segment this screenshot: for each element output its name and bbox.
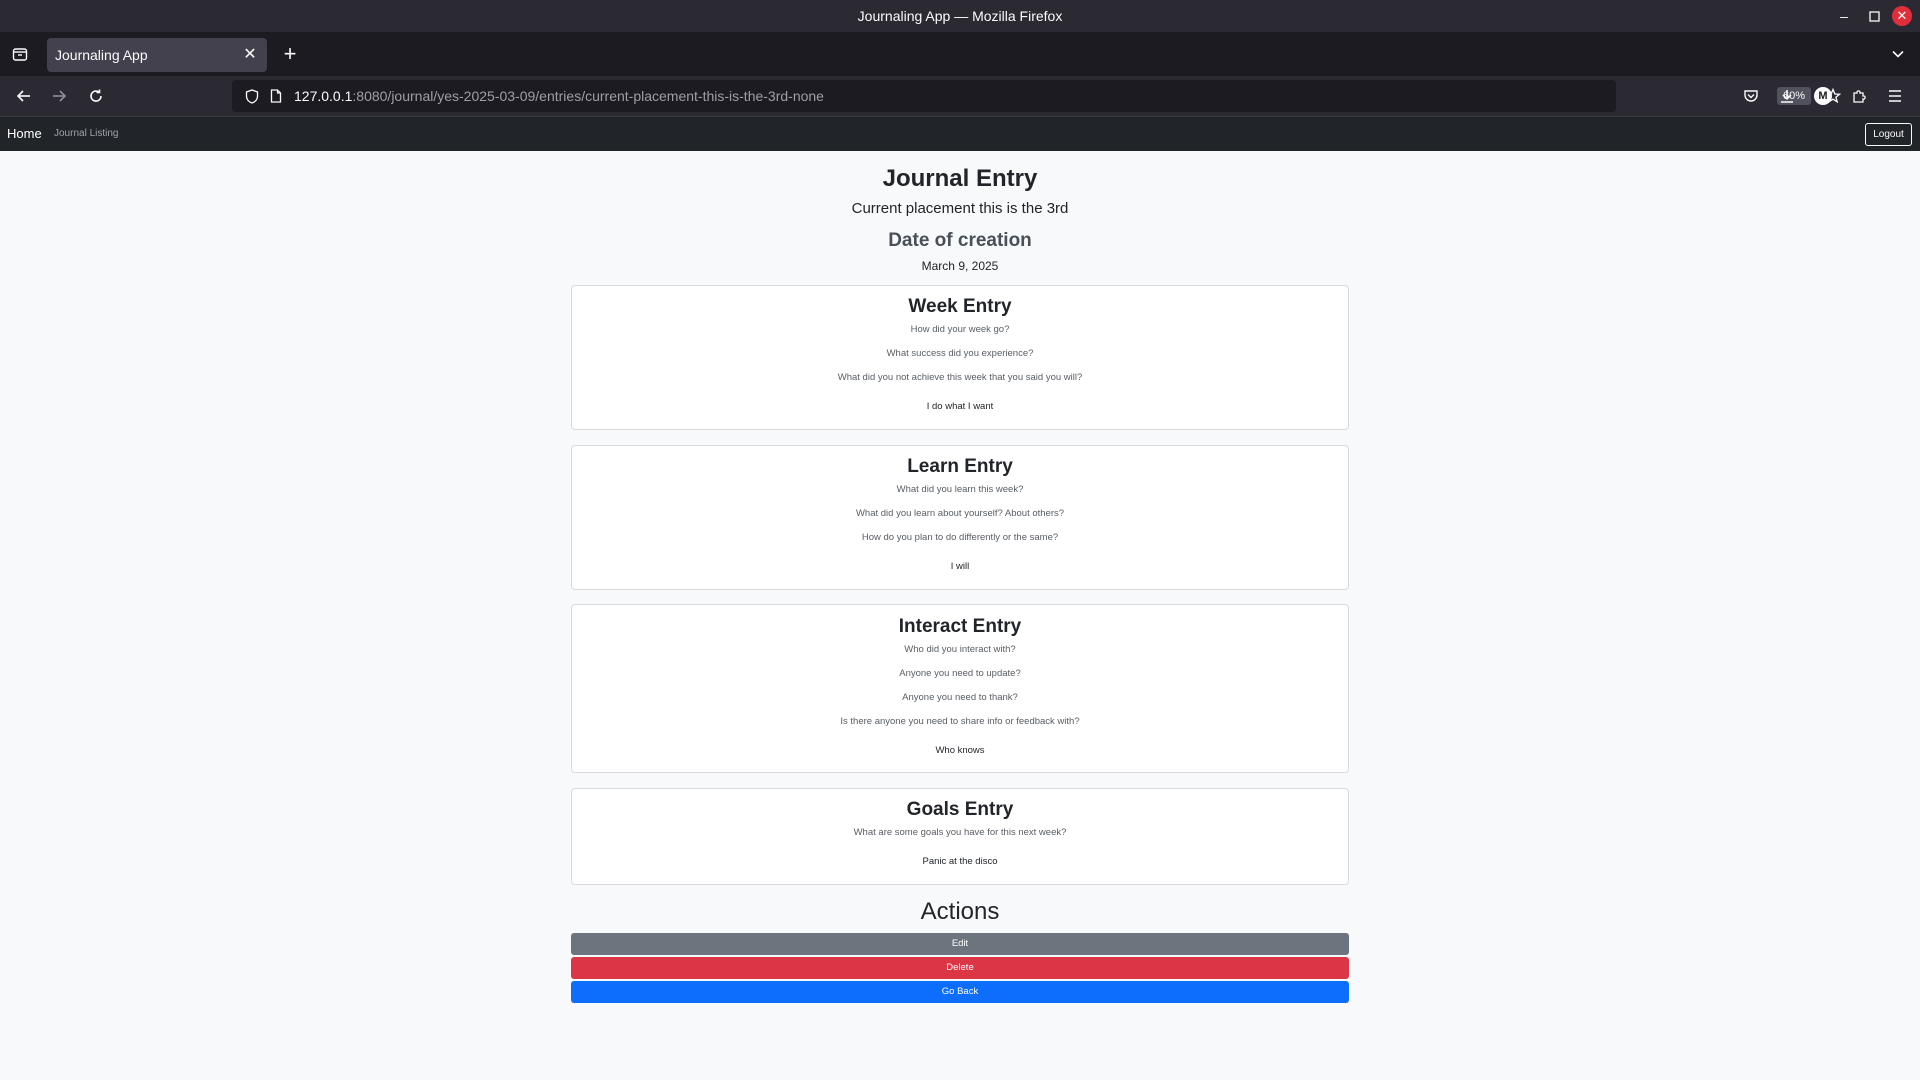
- card-title: Interact Entry: [898, 616, 1022, 637]
- list-tabs-chevron-icon[interactable]: [1884, 40, 1912, 68]
- answer: I do what I want: [926, 401, 994, 412]
- prompt: Is there anyone you need to share info o…: [840, 716, 1080, 727]
- url-path: :8080/journal/yes-2025-03-09/entries/cur…: [352, 88, 824, 104]
- download-icon[interactable]: [1773, 82, 1801, 110]
- prompt: What are some goals you have for this ne…: [853, 827, 1067, 838]
- entry-subtitle: Current placement this is the 3rd: [851, 200, 1069, 217]
- logout-button[interactable]: Logout: [1865, 123, 1912, 146]
- prompt: Anyone you need to update?: [899, 668, 1021, 679]
- tab-overview-icon[interactable]: [6, 40, 34, 68]
- week-entry-card: Week Entry How did your week go? What su…: [571, 285, 1349, 430]
- delete-button[interactable]: Delete: [571, 957, 1349, 979]
- prompt: How do you plan to do differently or the…: [861, 532, 1059, 543]
- account-avatar-icon[interactable]: M: [1809, 82, 1837, 110]
- hamburger-menu-icon[interactable]: [1881, 82, 1909, 110]
- answer: I will: [950, 561, 970, 572]
- journal-listing-link[interactable]: Journal Listing: [54, 117, 118, 151]
- minimize-icon[interactable]: –: [1834, 6, 1854, 26]
- actions-heading: Actions: [920, 898, 1000, 925]
- prompt: Anyone you need to thank?: [902, 692, 1018, 703]
- card-title: Week Entry: [908, 296, 1012, 317]
- back-arrow-icon[interactable]: [10, 82, 38, 110]
- learn-entry-card: Learn Entry What did you learn this week…: [571, 445, 1349, 590]
- window-title: Journaling App — Mozilla Firefox: [857, 8, 1063, 24]
- url-bar[interactable]: 127.0.0.1:8080/journal/yes-2025-03-09/en…: [232, 80, 1841, 112]
- card-title: Goals Entry: [906, 799, 1014, 820]
- prompt: What did you learn this week?: [896, 484, 1024, 495]
- url-host: 127.0.0.1: [294, 88, 353, 104]
- forward-arrow-icon[interactable]: [45, 82, 73, 110]
- prompt: How did your week go?: [910, 324, 1010, 335]
- new-tab-icon[interactable]: +: [276, 40, 304, 68]
- prompt: What did you learn about yourself? About…: [855, 508, 1065, 519]
- go-back-button[interactable]: Go Back: [571, 981, 1349, 1003]
- tab-title: Journaling App: [55, 47, 148, 63]
- main-content: Journal Entry Current placement this is …: [0, 151, 1920, 1080]
- tab-strip: Journaling App ✕ +: [0, 32, 1920, 76]
- prompt: What did you not achieve this week that …: [837, 372, 1083, 383]
- close-window-icon[interactable]: ✕: [1892, 6, 1912, 26]
- interact-entry-card: Interact Entry Who did you interact with…: [571, 604, 1349, 773]
- goals-entry-card: Goals Entry What are some goals you have…: [571, 788, 1349, 885]
- prompt: What success did you experience?: [886, 348, 1034, 359]
- tab-journaling-app[interactable]: Journaling App ✕: [47, 38, 267, 72]
- pocket-icon[interactable]: [1737, 82, 1765, 110]
- page-icon[interactable]: [262, 82, 290, 110]
- prompt: Who did you interact with?: [904, 644, 1016, 655]
- navigation-bar: 127.0.0.1:8080/journal/yes-2025-03-09/en…: [0, 76, 1920, 116]
- app-navbar: Home Journal Listing Logout: [0, 116, 1920, 151]
- date-value: March 9, 2025: [921, 259, 999, 273]
- answer: Who knows: [935, 745, 985, 756]
- url-text[interactable]: 127.0.0.1:8080/journal/yes-2025-03-09/en…: [294, 80, 824, 112]
- extensions-puzzle-icon[interactable]: [1845, 82, 1873, 110]
- reload-icon[interactable]: [82, 82, 110, 110]
- close-tab-icon[interactable]: ✕: [241, 46, 259, 64]
- home-link[interactable]: Home: [7, 117, 42, 151]
- account-initial: M: [1814, 87, 1832, 105]
- page-title: Journal Entry: [882, 165, 1038, 192]
- answer: Panic at the disco: [922, 856, 998, 867]
- maximize-icon[interactable]: [1864, 6, 1884, 26]
- date-label: Date of creation: [888, 230, 1032, 251]
- window-titlebar: Journaling App — Mozilla Firefox – ✕: [0, 0, 1920, 32]
- edit-button[interactable]: Edit: [571, 933, 1349, 955]
- card-title: Learn Entry: [907, 456, 1013, 477]
